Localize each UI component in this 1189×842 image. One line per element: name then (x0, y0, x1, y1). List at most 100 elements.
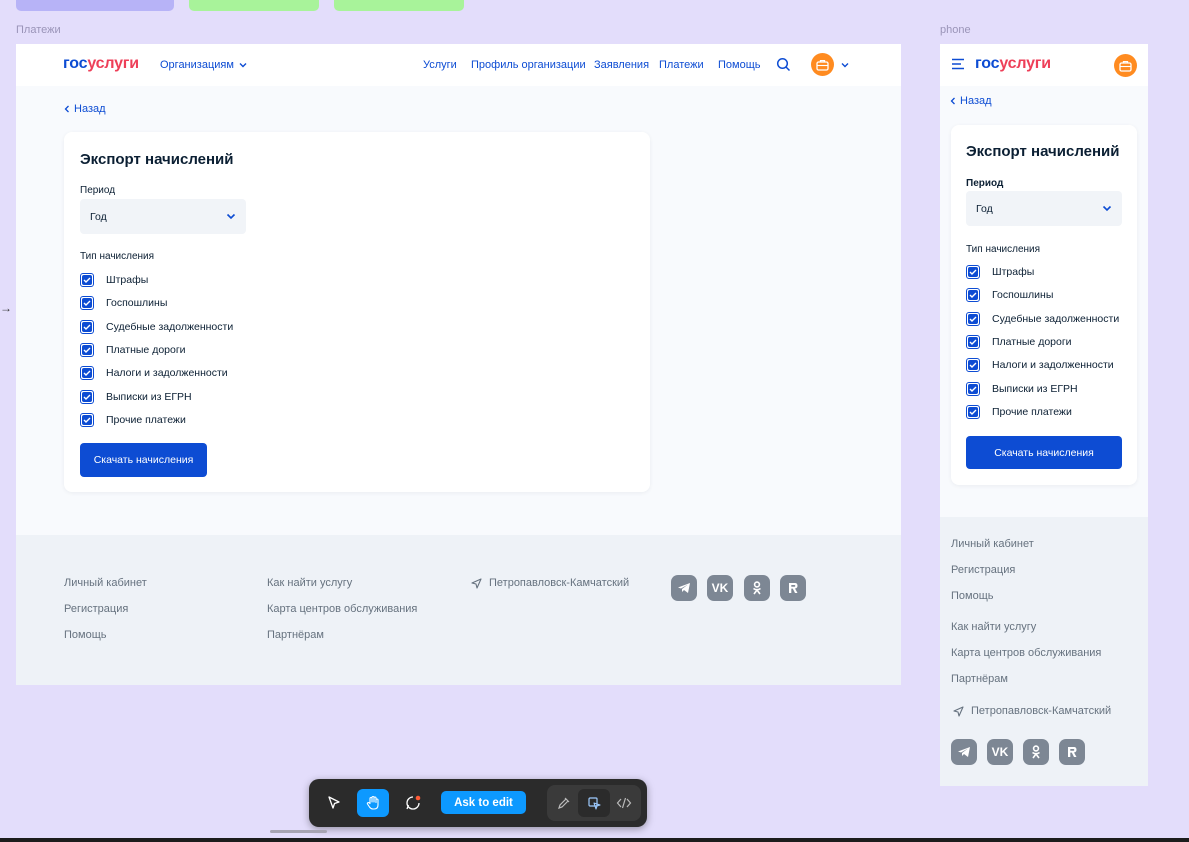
logo[interactable]: госуслуги (63, 55, 139, 73)
checkbox-label: Штрафы (992, 266, 1035, 278)
briefcase-icon (1119, 60, 1132, 72)
page-title: Экспорт начислений (966, 143, 1120, 160)
checkbox-icon[interactable] (966, 358, 980, 372)
chevron-down-icon (1102, 205, 1112, 212)
period-label: Период (80, 185, 116, 196)
checkbox-duties[interactable]: Госпошлины (80, 296, 167, 310)
back-link[interactable]: Назад (64, 103, 106, 115)
checkbox-icon[interactable] (80, 366, 94, 380)
checkbox-court-debts[interactable]: Судебные задолженности (80, 320, 233, 334)
nav-services[interactable]: Услуги (423, 59, 457, 71)
scrollbar[interactable] (270, 830, 327, 833)
footer-link-help[interactable]: Помощь (64, 629, 107, 641)
checkbox-egrn[interactable]: Выписки из ЕГРН (80, 390, 192, 404)
artboard-stub-1[interactable] (16, 0, 174, 11)
footer: Личный кабинет Регистрация Помощь Как на… (16, 535, 901, 685)
draw-mode-button[interactable] (548, 789, 580, 817)
ask-to-edit-button[interactable]: Ask to edit (441, 791, 526, 814)
footer-location[interactable]: Петропавловск-Камчатский (471, 577, 629, 589)
telegram-icon[interactable] (951, 739, 977, 765)
checkbox-icon[interactable] (80, 390, 94, 404)
period-select[interactable]: Год (966, 191, 1122, 226)
chevron-down-icon (239, 63, 247, 68)
hamburger-menu-icon[interactable] (951, 58, 965, 70)
telegram-icon[interactable] (671, 575, 697, 601)
logo[interactable]: госуслуги (975, 55, 1051, 73)
checkbox-label: Штрафы (106, 274, 149, 286)
rutube-icon[interactable] (780, 575, 806, 601)
checkbox-icon[interactable] (966, 265, 980, 279)
download-button[interactable]: Скачать начисления (80, 443, 207, 477)
back-link[interactable]: Назад (950, 95, 992, 107)
type-label: Тип начисления (966, 244, 1041, 255)
footer-link-help[interactable]: Помощь (951, 590, 994, 602)
vk-icon[interactable]: VK (707, 575, 733, 601)
artboard-stub-3[interactable] (334, 0, 464, 11)
frame-label-desktop[interactable]: Платежи (16, 24, 61, 36)
checkbox-icon[interactable] (80, 273, 94, 287)
footer: Личный кабинет Регистрация Помощь Как на… (940, 517, 1148, 786)
checkbox-fines[interactable]: Штрафы (966, 265, 1034, 279)
desktop-frame: госуслуги Организациям Услуги Профиль ор… (16, 44, 901, 685)
checkbox-court-debts[interactable]: Судебные задолженности (966, 312, 1119, 326)
hand-tool-button[interactable] (357, 789, 389, 817)
org-menu[interactable]: Организациям (160, 59, 247, 71)
editor-toolbar: Ask to edit (309, 779, 647, 827)
move-tool-button[interactable] (318, 789, 350, 817)
checkbox-toll-roads[interactable]: Платные дороги (966, 335, 1072, 349)
checkbox-icon[interactable] (966, 405, 980, 419)
period-select[interactable]: Год (80, 199, 246, 234)
download-button[interactable]: Скачать начисления (966, 436, 1122, 469)
checkbox-icon[interactable] (80, 343, 94, 357)
footer-link-find-service[interactable]: Как найти услугу (951, 621, 1036, 633)
footer-link-centers-map[interactable]: Карта центров обслуживания (951, 647, 1101, 659)
dev-mode-button[interactable] (608, 789, 640, 817)
nav-org-profile[interactable]: Профиль организации (471, 59, 586, 71)
avatar-chevron-icon[interactable] (841, 62, 849, 68)
checkbox-toll-roads[interactable]: Платные дороги (80, 343, 186, 357)
design-mode-button[interactable] (578, 789, 610, 817)
org-menu-label: Организациям (160, 59, 234, 71)
checkbox-duties[interactable]: Госпошлины (966, 288, 1053, 302)
nav-payments[interactable]: Платежи (659, 59, 704, 71)
bottom-bar (0, 838, 1189, 842)
rutube-icon[interactable] (1059, 739, 1085, 765)
checkbox-label: Госпошлины (106, 297, 168, 309)
footer-link-centers-map[interactable]: Карта центров обслуживания (267, 603, 417, 615)
nav-help[interactable]: Помощь (718, 59, 761, 71)
checkbox-fines[interactable]: Штрафы (80, 273, 148, 287)
footer-link-cabinet[interactable]: Личный кабинет (64, 577, 147, 589)
checkbox-icon[interactable] (80, 320, 94, 334)
artboard-stub-2[interactable] (189, 0, 319, 11)
checkbox-egrn[interactable]: Выписки из ЕГРН (966, 382, 1078, 396)
frame-label-phone[interactable]: phone (940, 24, 971, 36)
org-avatar[interactable] (811, 53, 834, 76)
footer-link-cabinet[interactable]: Личный кабинет (951, 538, 1034, 550)
checkbox-other[interactable]: Прочие платежи (80, 413, 186, 427)
checkbox-icon[interactable] (80, 413, 94, 427)
checkbox-icon[interactable] (966, 335, 980, 349)
search-icon[interactable] (776, 57, 791, 72)
footer-link-partners[interactable]: Партнёрам (267, 629, 324, 641)
odnoklassniki-icon[interactable] (744, 575, 770, 601)
checkbox-other[interactable]: Прочие платежи (966, 405, 1072, 419)
footer-link-registration[interactable]: Регистрация (64, 603, 128, 615)
checkbox-icon[interactable] (966, 288, 980, 302)
checkbox-icon[interactable] (80, 296, 94, 310)
logo-part2: услуги (999, 55, 1051, 72)
checkbox-taxes[interactable]: Налоги и задолженности (80, 366, 228, 380)
nav-applications[interactable]: Заявления (594, 59, 649, 71)
checkbox-icon[interactable] (966, 312, 980, 326)
footer-link-partners[interactable]: Партнёрам (951, 673, 1008, 685)
back-label: Назад (74, 103, 106, 115)
checkbox-icon[interactable] (966, 382, 980, 396)
checkbox-label: Налоги и задолженности (992, 359, 1114, 371)
vk-icon[interactable]: VK (987, 739, 1013, 765)
org-avatar[interactable] (1114, 54, 1137, 77)
checkbox-taxes[interactable]: Налоги и задолженности (966, 358, 1114, 372)
footer-link-registration[interactable]: Регистрация (951, 564, 1015, 576)
footer-location[interactable]: Петропавловск-Камчатский (953, 705, 1111, 717)
comment-tool-button[interactable] (397, 789, 429, 817)
odnoklassniki-icon[interactable] (1023, 739, 1049, 765)
footer-link-find-service[interactable]: Как найти услугу (267, 577, 352, 589)
